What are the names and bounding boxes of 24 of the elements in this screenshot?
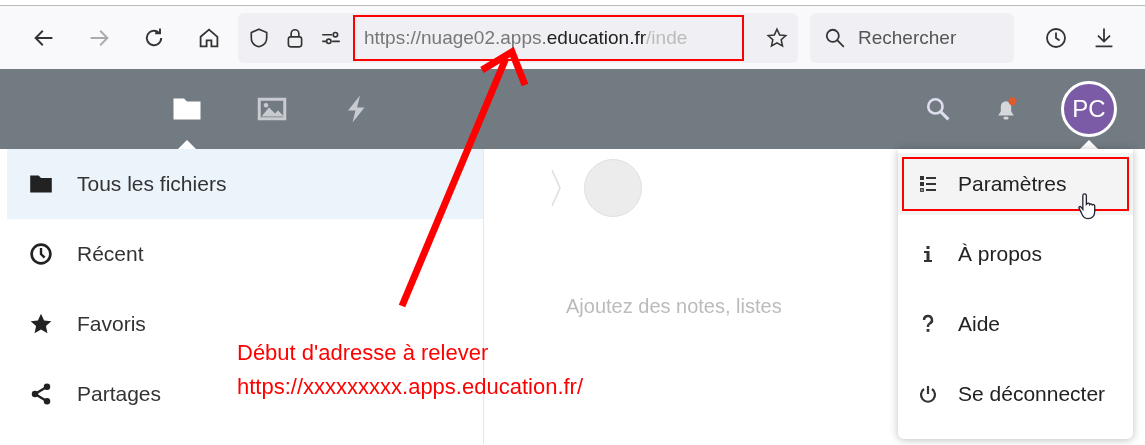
power-icon [918,384,938,404]
sidebar-item[interactable]: Partages [7,359,172,429]
sidebar-item[interactable]: Favoris [7,289,156,359]
annotation-text: Début d'adresse à relever https://xxxxxxxxx.apps.education.fr/ [237,339,584,401]
bookmark-star-icon[interactable] [766,26,788,49]
address-bar[interactable]: https://nuage02.apps.education.fr/inde [238,12,798,63]
shield-icon[interactable] [248,26,270,49]
search-icon[interactable] [925,96,951,122]
share-icon [29,382,53,406]
search-icon [824,26,846,49]
breadcrumb-chevron-icon [550,168,562,208]
empty-content-hint: Ajoutez des notes, listes [566,295,782,318]
menu-item[interactable]: Se déconnecter [898,359,1133,429]
user-avatar[interactable]: PC [1061,81,1117,137]
sidebar-item[interactable]: Tous les fichiers [7,149,483,219]
sidebar-item[interactable]: Récent [7,219,154,289]
clock-icon [29,242,53,266]
list-icon [918,174,938,194]
menu-item[interactable]: Aide [898,289,1133,359]
search-field[interactable]: Rechercher [810,12,1014,63]
url-text: https://nuage02.apps.education.fr/inde [364,26,688,49]
star-icon [29,312,53,336]
menu-item[interactable]: À propos [898,219,1133,289]
history-icon[interactable] [1044,25,1068,50]
